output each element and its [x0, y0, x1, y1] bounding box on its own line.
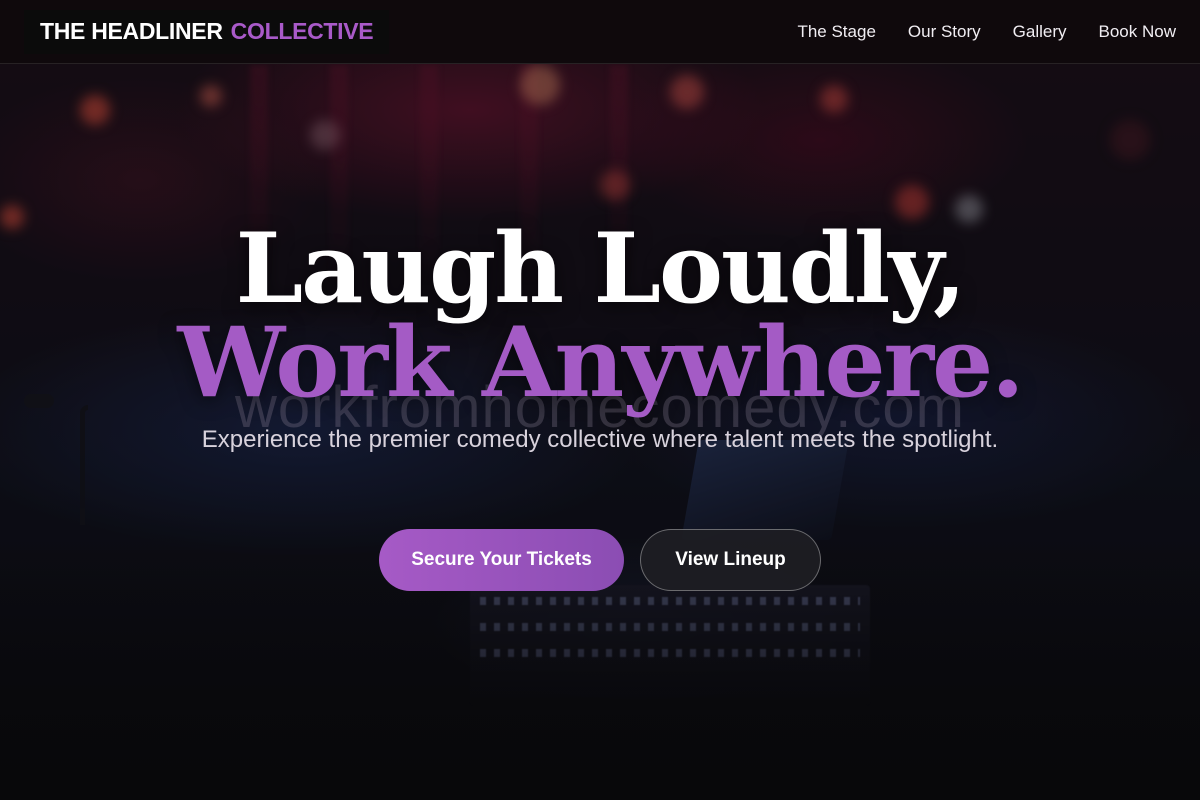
site-logo[interactable]: THE HEADLINER COLLECTIVE [24, 9, 390, 54]
nav-link-gallery[interactable]: Gallery [1013, 22, 1067, 42]
nav-link-our-story[interactable]: Our Story [908, 22, 981, 42]
hero-subtitle: Experience the premier comedy collective… [201, 426, 999, 453]
hero-section: workfromhomecomedy.com Laugh Loudly, Wor… [0, 0, 1200, 800]
logo-accent-text: COLLECTIVE [230, 18, 374, 44]
nav-link-book-now[interactable]: Book Now [1099, 22, 1176, 42]
nav-link-the-stage[interactable]: The Stage [797, 22, 875, 42]
logo-main-text: THE HEADLINER [40, 18, 223, 44]
secure-tickets-button[interactable]: Secure Your Tickets [379, 529, 624, 591]
headline-line-2: Work Anywhere. [177, 306, 1024, 419]
cta-group: Secure Your Tickets View Lineup [0, 529, 1200, 591]
main-nav: The Stage Our Story Gallery Book Now [797, 22, 1176, 42]
view-lineup-button[interactable]: View Lineup [640, 529, 821, 591]
site-header: THE HEADLINER COLLECTIVE The Stage Our S… [0, 0, 1200, 64]
page: THE HEADLINER COLLECTIVE The Stage Our S… [0, 0, 1200, 800]
